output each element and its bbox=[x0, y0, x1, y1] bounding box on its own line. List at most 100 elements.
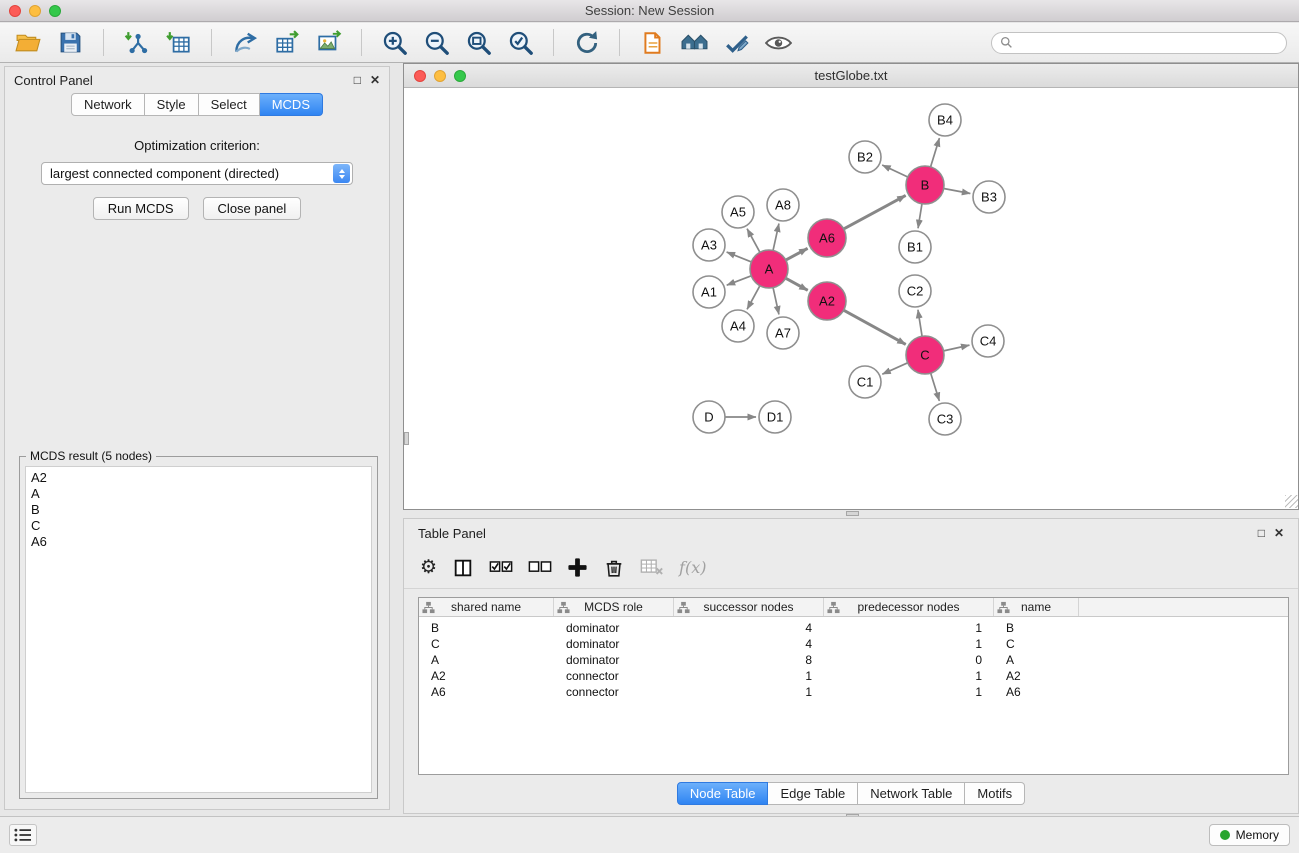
edge-A-A2[interactable] bbox=[786, 278, 808, 290]
table-cell[interactable]: A6 bbox=[419, 685, 554, 699]
edge-C-C1[interactable] bbox=[882, 363, 907, 374]
export-image-button[interactable] bbox=[312, 26, 345, 59]
table-cell[interactable]: connector bbox=[554, 685, 674, 699]
criterion-dropdown[interactable]: largest connected component (directed) bbox=[41, 162, 353, 185]
column-header-MCDS-role[interactable]: MCDS role bbox=[554, 598, 674, 616]
mcds-result-item[interactable]: A2 bbox=[31, 470, 366, 486]
table-cell[interactable]: A2 bbox=[994, 669, 1079, 683]
table-cell[interactable]: 1 bbox=[674, 669, 824, 683]
float-table-panel-icon[interactable]: □ bbox=[1258, 527, 1265, 539]
table-row[interactable]: A6connector11A6 bbox=[419, 684, 1288, 700]
table-cell[interactable]: C bbox=[419, 637, 554, 651]
tab-motifs[interactable]: Motifs bbox=[965, 782, 1025, 805]
edge-A-A8[interactable] bbox=[773, 224, 779, 251]
close-network-button[interactable] bbox=[414, 70, 426, 82]
table-cell[interactable]: 1 bbox=[824, 621, 994, 635]
splitter-grip[interactable] bbox=[846, 511, 859, 516]
maximize-window-button[interactable] bbox=[49, 5, 61, 17]
close-window-button[interactable] bbox=[9, 5, 21, 17]
edge-B-B1[interactable] bbox=[918, 204, 922, 228]
mcds-result-list[interactable]: A2ABCA6 bbox=[25, 466, 372, 793]
column-header-successor-nodes[interactable]: successor nodes bbox=[674, 598, 824, 616]
search-input[interactable] bbox=[1018, 36, 1278, 50]
tab-network-table[interactable]: Network Table bbox=[858, 782, 965, 805]
table-cell[interactable]: 1 bbox=[824, 669, 994, 683]
open-file-button[interactable] bbox=[12, 26, 45, 59]
node-A4[interactable]: A4 bbox=[722, 310, 754, 342]
zoom-fit-button[interactable] bbox=[462, 26, 495, 59]
table-cell[interactable]: 0 bbox=[824, 653, 994, 667]
select-columns-button[interactable] bbox=[452, 557, 474, 579]
node-B1[interactable]: B1 bbox=[899, 231, 931, 263]
home-button[interactable] bbox=[678, 26, 711, 59]
close-table-panel-icon[interactable]: ✕ bbox=[1274, 527, 1284, 539]
table-cell[interactable]: A2 bbox=[419, 669, 554, 683]
node-B2[interactable]: B2 bbox=[849, 141, 881, 173]
show-hide-button[interactable] bbox=[762, 26, 795, 59]
table-cell[interactable]: A bbox=[419, 653, 554, 667]
table-cell[interactable]: dominator bbox=[554, 637, 674, 651]
toolbar-search[interactable] bbox=[991, 32, 1287, 54]
mcds-result-item[interactable]: A6 bbox=[31, 534, 366, 550]
tab-node-table[interactable]: Node Table bbox=[677, 782, 769, 805]
column-header-predecessor-nodes[interactable]: predecessor nodes bbox=[824, 598, 994, 616]
network-window-titlebar[interactable]: testGlobe.txt bbox=[404, 64, 1298, 88]
zoom-selected-button[interactable] bbox=[504, 26, 537, 59]
mcds-result-item[interactable]: A bbox=[31, 486, 366, 502]
minimize-window-button[interactable] bbox=[29, 5, 41, 17]
tab-network[interactable]: Network bbox=[71, 93, 145, 116]
edge-A-A3[interactable] bbox=[727, 252, 752, 262]
network-canvas[interactable]: B4B2BB3A8A5A6A3B1AA1C2A2A4A7C4CC1C3DD1 bbox=[404, 88, 1298, 508]
edge-A6-B[interactable] bbox=[844, 195, 906, 228]
table-cell[interactable]: B bbox=[994, 621, 1079, 635]
table-cell[interactable]: 8 bbox=[674, 653, 824, 667]
import-network-button[interactable] bbox=[120, 26, 153, 59]
edge-A-A4[interactable] bbox=[747, 286, 760, 310]
run-mcds-button[interactable]: Run MCDS bbox=[93, 197, 189, 220]
tab-mcds[interactable]: MCDS bbox=[260, 93, 323, 116]
column-header-name[interactable]: name bbox=[994, 598, 1079, 616]
node-C[interactable]: C bbox=[906, 336, 944, 374]
zoom-out-button[interactable] bbox=[420, 26, 453, 59]
node-A6[interactable]: A6 bbox=[808, 219, 846, 257]
edge-C-C3[interactable] bbox=[931, 373, 940, 401]
table-cell[interactable]: 4 bbox=[674, 637, 824, 651]
delete-button[interactable] bbox=[603, 557, 625, 579]
splitter-grip[interactable] bbox=[404, 432, 409, 445]
save-session-button[interactable] bbox=[54, 26, 87, 59]
tab-edge-table[interactable]: Edge Table bbox=[768, 782, 858, 805]
table-cell[interactable]: dominator bbox=[554, 621, 674, 635]
float-panel-icon[interactable]: □ bbox=[354, 74, 361, 86]
resize-handle[interactable] bbox=[1285, 495, 1298, 508]
node-B[interactable]: B bbox=[906, 166, 944, 204]
table-cell[interactable]: 4 bbox=[674, 621, 824, 635]
node-C3[interactable]: C3 bbox=[929, 403, 961, 435]
refresh-layout-button[interactable] bbox=[570, 26, 603, 59]
tab-select[interactable]: Select bbox=[199, 93, 260, 116]
close-panel-button[interactable]: Close panel bbox=[203, 197, 302, 220]
edge-A-A5[interactable] bbox=[747, 229, 760, 253]
table-row[interactable]: Adominator80A bbox=[419, 652, 1288, 668]
table-row[interactable]: A2connector11A2 bbox=[419, 668, 1288, 684]
node-C1[interactable]: C1 bbox=[849, 366, 881, 398]
table-row[interactable]: Bdominator41B bbox=[419, 620, 1288, 636]
node-A[interactable]: A bbox=[750, 250, 788, 288]
edge-A-A7[interactable] bbox=[773, 288, 779, 315]
table-cell[interactable]: B bbox=[419, 621, 554, 635]
table-cell[interactable]: C bbox=[994, 637, 1079, 651]
task-history-button[interactable] bbox=[9, 824, 37, 846]
node-A1[interactable]: A1 bbox=[693, 276, 725, 308]
deselect-all-button[interactable] bbox=[528, 559, 552, 576]
open-recent-button[interactable] bbox=[636, 26, 669, 59]
node-A2[interactable]: A2 bbox=[808, 282, 846, 320]
edge-B-B3[interactable] bbox=[944, 189, 971, 194]
function-builder-button[interactable]: f(x) bbox=[679, 558, 706, 577]
table-cell[interactable]: A bbox=[994, 653, 1079, 667]
memory-button[interactable]: Memory bbox=[1209, 824, 1290, 846]
table-cell[interactable]: A6 bbox=[994, 685, 1079, 699]
select-all-button[interactable] bbox=[489, 559, 513, 576]
node-D[interactable]: D bbox=[693, 401, 725, 433]
node-C4[interactable]: C4 bbox=[972, 325, 1004, 357]
node-A8[interactable]: A8 bbox=[767, 189, 799, 221]
node-B4[interactable]: B4 bbox=[929, 104, 961, 136]
